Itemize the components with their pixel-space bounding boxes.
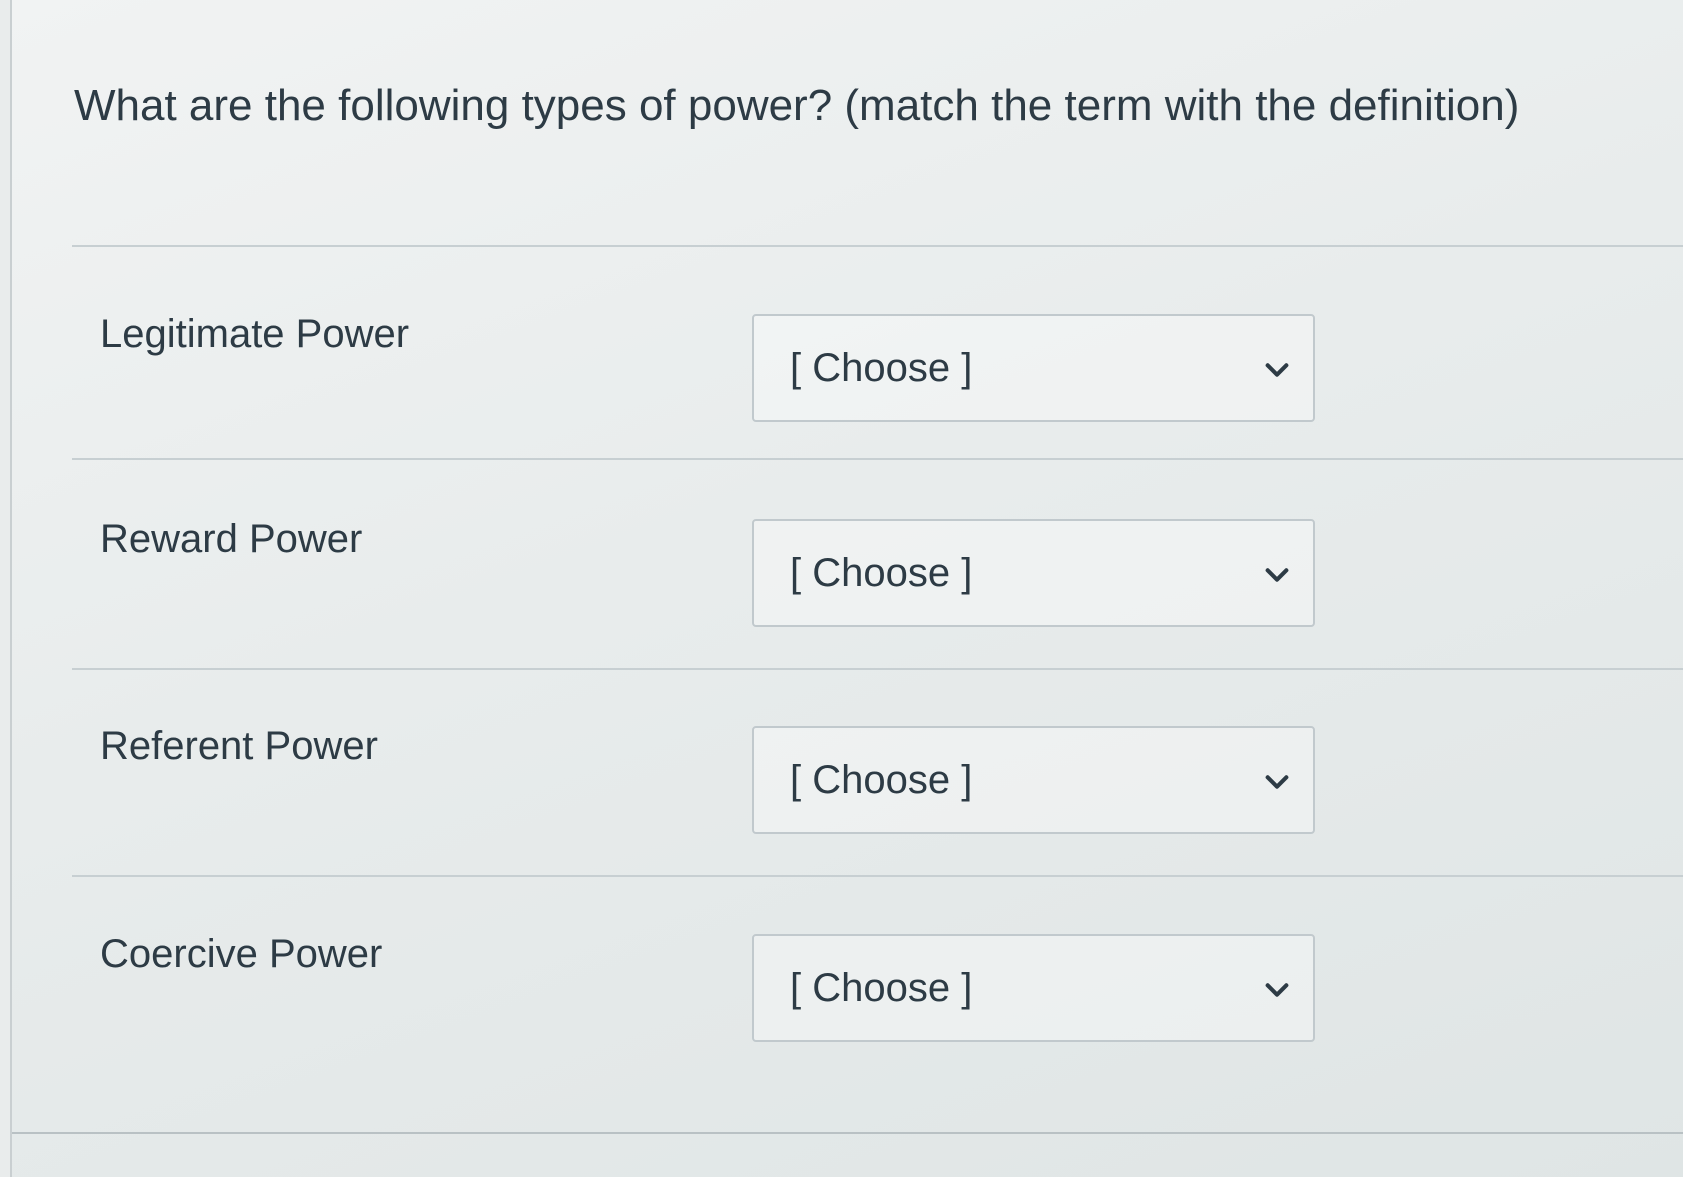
- answer-row-legitimate: Legitimate Power [ Choose ]: [72, 248, 1683, 458]
- referent-power-select[interactable]: [ Choose ]: [752, 726, 1315, 834]
- select-value: [ Choose ]: [790, 551, 973, 595]
- answer-row-referent: Referent Power [ Choose ]: [72, 660, 1683, 870]
- chevron-down-icon: [1265, 568, 1289, 582]
- answer-row-coercive: Coercive Power [ Choose ]: [72, 868, 1683, 1078]
- coercive-power-select[interactable]: [ Choose ]: [752, 934, 1315, 1042]
- term-label-reward-power: Reward Power: [100, 517, 363, 561]
- question-text: What are the following types of power? (…: [74, 81, 1520, 130]
- term-label-legitimate-power: Legitimate Power: [100, 312, 410, 356]
- chevron-down-icon: [1265, 983, 1289, 997]
- panel-bottom-border: [12, 1132, 1683, 1134]
- select-value: [ Choose ]: [790, 966, 973, 1010]
- divider: [72, 245, 1683, 247]
- select-value: [ Choose ]: [790, 346, 973, 390]
- chevron-down-icon: [1265, 363, 1289, 377]
- quiz-question-panel: What are the following types of power? (…: [10, 0, 1683, 1177]
- answer-row-reward: Reward Power [ Choose ]: [72, 453, 1683, 663]
- chevron-down-icon: [1265, 775, 1289, 789]
- term-label-referent-power: Referent Power: [100, 724, 378, 768]
- reward-power-select[interactable]: [ Choose ]: [752, 519, 1315, 627]
- select-value: [ Choose ]: [790, 758, 973, 802]
- term-label-coercive-power: Coercive Power: [100, 932, 383, 976]
- legitimate-power-select[interactable]: [ Choose ]: [752, 314, 1315, 422]
